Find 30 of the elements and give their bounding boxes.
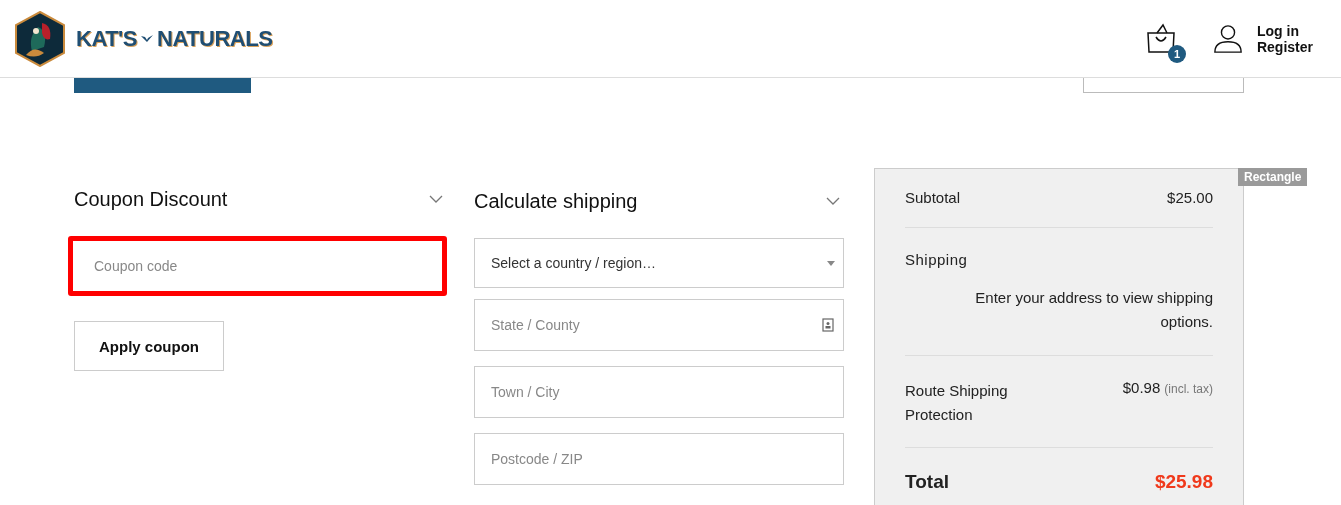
text-field[interactable]: Postcode / ZIP: [474, 433, 844, 485]
overlay-label: Rectangle: [1238, 168, 1308, 186]
text-field[interactable]: State / County: [474, 299, 844, 351]
text-field[interactable]: Town / City: [474, 366, 844, 418]
summary-label: Shipping: [905, 251, 968, 268]
section-title: Coupon Discount: [74, 187, 228, 211]
account-link[interactable]: Log in: [1256, 22, 1313, 39]
cart-count-badge: 1: [1167, 44, 1186, 63]
summary-label: Total: [905, 471, 949, 493]
user-icon[interactable]: [1212, 23, 1243, 54]
amount: $0.98: [1122, 379, 1161, 396]
contact-card-icon[interactable]: [822, 318, 834, 332]
bird-icon: [141, 34, 153, 43]
section-title: Calculate shipping: [474, 189, 638, 213]
account-link[interactable]: Register: [1256, 38, 1313, 55]
chevron-down-icon[interactable]: [429, 195, 443, 203]
apply-coupon-button[interactable]: Apply coupon: [74, 321, 224, 371]
summary-label: Subtotal: [905, 189, 961, 206]
logo-badge-icon: [14, 10, 66, 67]
logo-text: KAT'S: [76, 25, 137, 52]
dropdown-arrow-icon[interactable]: [827, 260, 835, 266]
coupon-code-field[interactable]: Coupon code: [68, 236, 447, 296]
shipping-note: Enter your address to view shipping options.: [974, 288, 1213, 332]
tax-note: (incl. tax): [1164, 382, 1213, 396]
country-select[interactable]: Select a country / region…: [474, 238, 844, 288]
amount: $25.98: [1154, 471, 1213, 492]
chevron-down-icon[interactable]: [826, 197, 840, 205]
summary-label: Route Shipping Protection: [905, 381, 1009, 425]
amount: $25.00: [1167, 189, 1213, 206]
logo-text: NATURALS: [157, 25, 273, 52]
